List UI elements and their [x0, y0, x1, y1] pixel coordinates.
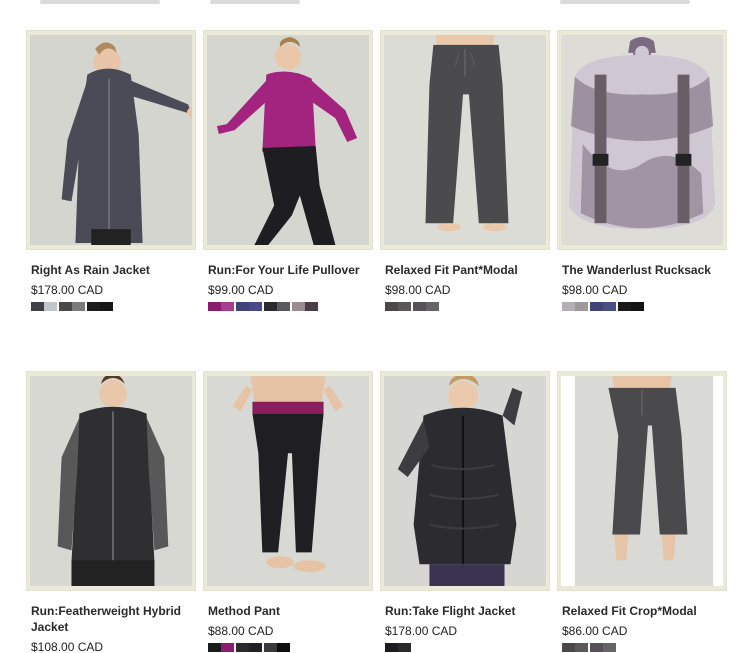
product-card: Right As Rain Jacket $178.00 CAD: [26, 30, 196, 311]
product-name-link[interactable]: Relaxed Fit Crop*Modal: [562, 603, 724, 619]
product-photo: [561, 35, 723, 245]
color-swatch[interactable]: [208, 643, 234, 652]
product-card: Run:Featherweight Hybrid Jacket $108.00 C…: [26, 371, 196, 653]
product-photo: [384, 35, 546, 245]
product-image-link[interactable]: [203, 371, 373, 591]
product-photo: [561, 376, 723, 586]
color-swatch[interactable]: [236, 643, 262, 652]
cropped-top-text: [0, 0, 740, 8]
color-swatches: [385, 302, 550, 311]
product-card: Method Pant $88.00 CAD: [203, 371, 373, 652]
color-swatches: [208, 302, 373, 311]
product-image-link[interactable]: [26, 371, 196, 591]
color-swatch[interactable]: [264, 302, 290, 311]
product-card: Relaxed Fit Crop*Modal $86.00 CAD: [557, 371, 727, 652]
color-swatch[interactable]: [87, 302, 113, 311]
product-name-link[interactable]: The Wanderlust Rucksack: [562, 262, 724, 278]
product-price: $86.00 CAD: [562, 624, 628, 638]
product-name-link[interactable]: Run:Featherweight Hybrid Jacket: [31, 603, 193, 635]
product-photo: [207, 35, 369, 245]
product-photo: [384, 376, 546, 586]
color-swatch[interactable]: [59, 302, 85, 311]
product-price: $178.00 CAD: [31, 283, 104, 297]
product-photo: [207, 376, 369, 586]
product-card: The Wanderlust Rucksack $98.00 CAD: [557, 30, 727, 311]
color-swatch[interactable]: [413, 302, 439, 311]
color-swatch[interactable]: [590, 643, 616, 652]
product-card: Run:Take Flight Jacket $178.00 CAD: [380, 371, 550, 652]
product-image-link[interactable]: [557, 371, 727, 591]
color-swatch[interactable]: [31, 302, 57, 311]
color-swatches: [208, 643, 373, 652]
color-swatches: [562, 643, 727, 652]
color-swatches: [562, 302, 727, 311]
product-image-link[interactable]: [203, 30, 373, 250]
product-price: $108.00 CAD: [31, 640, 104, 653]
product-name-link[interactable]: Method Pant: [208, 603, 370, 619]
product-name-link[interactable]: Run:Take Flight Jacket: [385, 603, 547, 619]
color-swatch[interactable]: [562, 302, 588, 311]
product-image-link[interactable]: [380, 371, 550, 591]
color-swatches: [385, 643, 550, 652]
color-swatch[interactable]: [385, 302, 411, 311]
color-swatch[interactable]: [292, 302, 318, 311]
product-photo: [30, 376, 192, 586]
color-swatch[interactable]: [208, 302, 234, 311]
color-swatch[interactable]: [385, 643, 411, 652]
product-price: $98.00 CAD: [562, 283, 628, 297]
product-card: Relaxed Fit Pant*Modal $98.00 CAD: [380, 30, 550, 311]
color-swatch[interactable]: [618, 302, 644, 311]
product-image-link[interactable]: [380, 30, 550, 250]
product-grid-page: Right As Rain Jacket $178.00 CAD Run:For …: [0, 0, 740, 653]
product-price: $98.00 CAD: [385, 283, 451, 297]
color-swatch[interactable]: [590, 302, 616, 311]
product-card: Run:For Your Life Pullover $99.00 CAD: [203, 30, 373, 311]
product-image-link[interactable]: [557, 30, 727, 250]
product-price: $178.00 CAD: [385, 624, 458, 638]
product-name-link[interactable]: Run:For Your Life Pullover: [208, 262, 370, 278]
product-price: $88.00 CAD: [208, 624, 274, 638]
product-name-link[interactable]: Relaxed Fit Pant*Modal: [385, 262, 547, 278]
color-swatches: [31, 302, 196, 311]
color-swatch[interactable]: [236, 302, 262, 311]
product-price: $99.00 CAD: [208, 283, 274, 297]
product-image-link[interactable]: [26, 30, 196, 250]
product-name-link[interactable]: Right As Rain Jacket: [31, 262, 193, 278]
color-swatch[interactable]: [562, 643, 588, 652]
product-photo: [30, 35, 192, 245]
color-swatch[interactable]: [264, 643, 290, 652]
